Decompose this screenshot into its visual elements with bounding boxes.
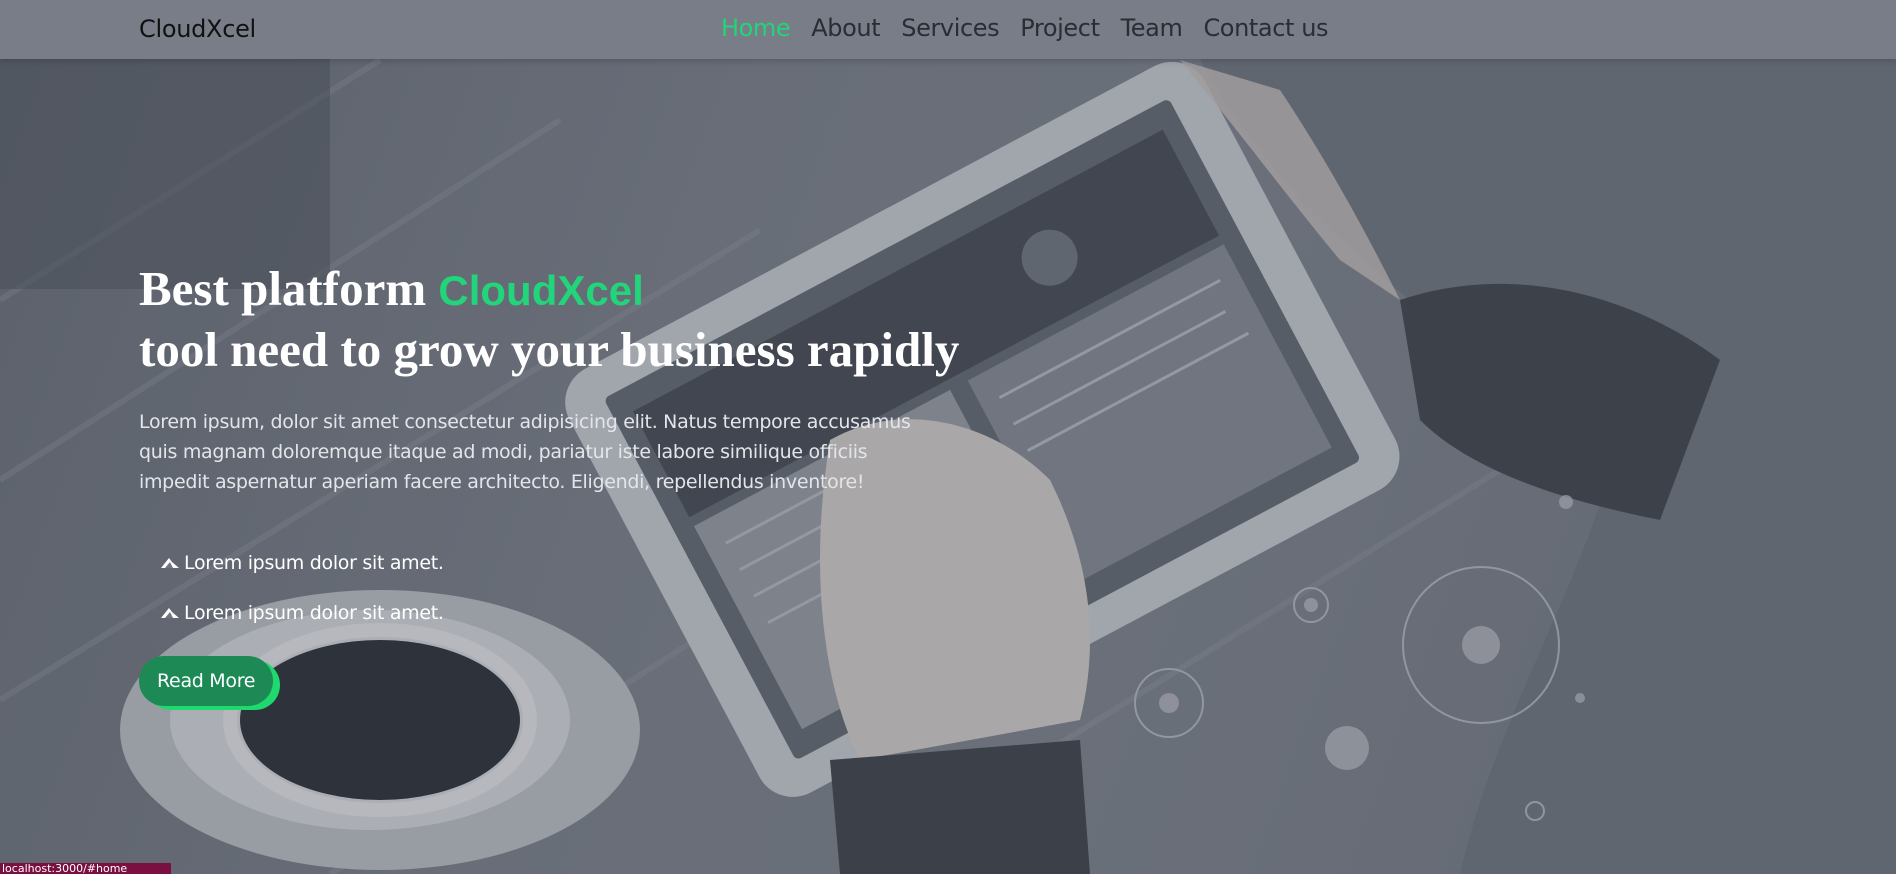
feature-text: Lorem ipsum dolor sit amet. (184, 602, 444, 624)
nav-links: Home About Services Project Team Contact… (721, 14, 1329, 42)
navbar: CloudXcel Home About Services Project Te… (0, 0, 1896, 59)
hero-headline: Best platform CloudXcel tool need to gro… (139, 259, 959, 379)
headline-part1: Best platform (139, 261, 427, 316)
hero-lead-text: Lorem ipsum, dolor sit amet consectetur … (139, 411, 911, 493)
arrow-icon (161, 608, 179, 618)
headline-line2: tool need to grow your business rapidly (139, 322, 960, 377)
nav-link-project[interactable]: Project (1020, 14, 1100, 42)
nav-link-team[interactable]: Team (1121, 14, 1183, 42)
headline-accent: CloudXcel (438, 267, 644, 314)
brand-logo[interactable]: CloudXcel (139, 15, 256, 43)
nav-link-home[interactable]: Home (721, 14, 791, 42)
nav-link-services[interactable]: Services (901, 14, 999, 42)
arrow-icon (161, 558, 179, 568)
status-bar-url: localhost:3000/#home (0, 863, 171, 874)
feature-text: Lorem ipsum dolor sit amet. (184, 552, 444, 574)
nav-link-about[interactable]: About (811, 14, 880, 42)
feature-list: Lorem ipsum dolor sit amet. Lorem ipsum … (160, 538, 444, 638)
read-more-button[interactable]: Read More (139, 656, 274, 706)
feature-item: Lorem ipsum dolor sit amet. (160, 588, 444, 638)
feature-item: Lorem ipsum dolor sit amet. (160, 538, 444, 588)
nav-link-contact[interactable]: Contact us (1203, 14, 1328, 42)
